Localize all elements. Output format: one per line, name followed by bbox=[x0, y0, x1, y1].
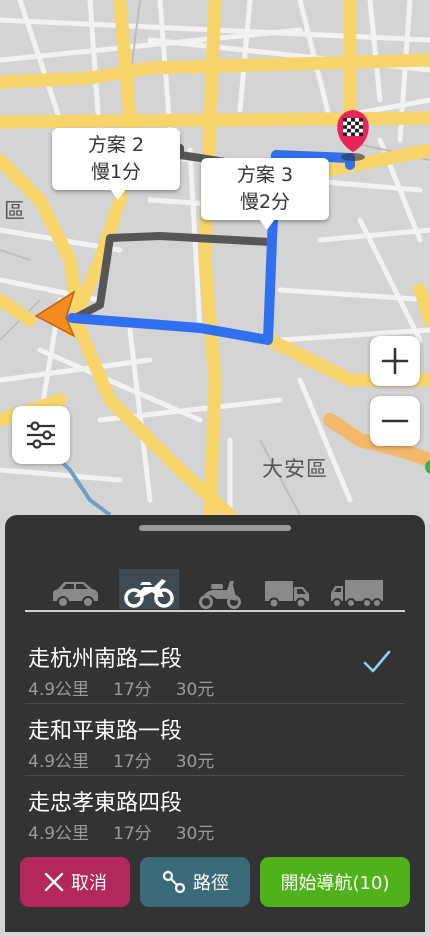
map-label-edge: 區 bbox=[4, 199, 26, 223]
mode-tab-truck[interactable] bbox=[261, 569, 313, 609]
cancel-button-label: 取消 bbox=[71, 873, 107, 894]
sliders-icon bbox=[27, 421, 55, 449]
travel-mode-underline bbox=[25, 610, 405, 612]
route-meta: 4.9公里 17分 30元 bbox=[28, 747, 238, 772]
route-cost: 30元 bbox=[175, 752, 215, 772]
start-navigation-button[interactable]: 開始導航(10) bbox=[260, 857, 410, 907]
divider bbox=[25, 703, 405, 704]
route-time: 17分 bbox=[113, 752, 152, 772]
route-distance: 4.9公里 bbox=[28, 680, 90, 700]
mode-tab-motorcycle[interactable] bbox=[119, 569, 179, 609]
callout-delay-label: 慢2分 bbox=[239, 191, 291, 213]
map-label-district: 大安區 bbox=[262, 457, 328, 481]
mode-tab-scooter[interactable] bbox=[195, 569, 245, 609]
route-meta: 4.9公里 17分 30元 bbox=[28, 819, 238, 844]
mode-tab-car[interactable] bbox=[47, 569, 103, 609]
minus-icon bbox=[381, 419, 409, 423]
route-icon bbox=[162, 870, 186, 894]
route-panel: 走杭州南路二段 4.9公里 17分 30元 走和平東路一段 4.9公里 17分 30元 … bbox=[5, 515, 425, 932]
panel-drag-handle[interactable] bbox=[139, 525, 291, 531]
route-button-label: 路徑 bbox=[193, 873, 229, 894]
route-option-2[interactable]: 走和平東路一段 4.9公里 17分 30元 bbox=[5, 705, 425, 776]
checkmark-icon bbox=[363, 650, 391, 673]
big-truck-icon bbox=[331, 580, 383, 608]
route-callout-plan-2[interactable]: 方案 2 慢1分 bbox=[52, 128, 180, 200]
zoom-out-button[interactable] bbox=[370, 396, 420, 446]
close-icon bbox=[44, 872, 64, 892]
route-name: 走和平東路一段 bbox=[28, 719, 183, 744]
route-option-3[interactable]: 走忠孝東路四段 4.9公里 17分 30元 bbox=[5, 777, 425, 848]
cancel-button[interactable]: 取消 bbox=[20, 857, 130, 907]
route-distance: 4.9公里 bbox=[28, 824, 90, 844]
truck-icon bbox=[265, 581, 309, 609]
callout-plan-label: 方案 2 bbox=[87, 134, 145, 156]
route-button[interactable]: 路徑 bbox=[140, 857, 250, 907]
route-callout-plan-3[interactable]: 方案 3 慢2分 bbox=[201, 158, 329, 230]
route-name: 走杭州南路二段 bbox=[28, 647, 183, 672]
divider bbox=[25, 775, 405, 776]
travel-mode-tabs bbox=[25, 569, 405, 611]
plus-icon bbox=[381, 347, 409, 375]
route-cost: 30元 bbox=[175, 824, 215, 844]
callout-plan-label: 方案 3 bbox=[236, 164, 294, 186]
route-cost: 30元 bbox=[175, 680, 215, 700]
mode-tab-big-truck[interactable] bbox=[327, 569, 387, 609]
start-navigation-label: 開始導航(10) bbox=[280, 873, 390, 894]
car-icon bbox=[53, 582, 98, 608]
route-option-1[interactable]: 走杭州南路二段 4.9公里 17分 30元 bbox=[5, 633, 425, 704]
route-time: 17分 bbox=[113, 824, 152, 844]
route-meta: 4.9公里 17分 30元 bbox=[28, 675, 238, 700]
callout-delay-label: 慢1分 bbox=[90, 161, 142, 183]
route-distance: 4.9公里 bbox=[28, 752, 90, 772]
scooter-icon bbox=[199, 581, 241, 609]
route-options-button[interactable] bbox=[12, 406, 70, 464]
motorcycle-icon bbox=[124, 579, 174, 608]
route-time: 17分 bbox=[113, 680, 152, 700]
zoom-in-button[interactable] bbox=[370, 336, 420, 386]
route-name: 走忠孝東路四段 bbox=[28, 791, 183, 816]
